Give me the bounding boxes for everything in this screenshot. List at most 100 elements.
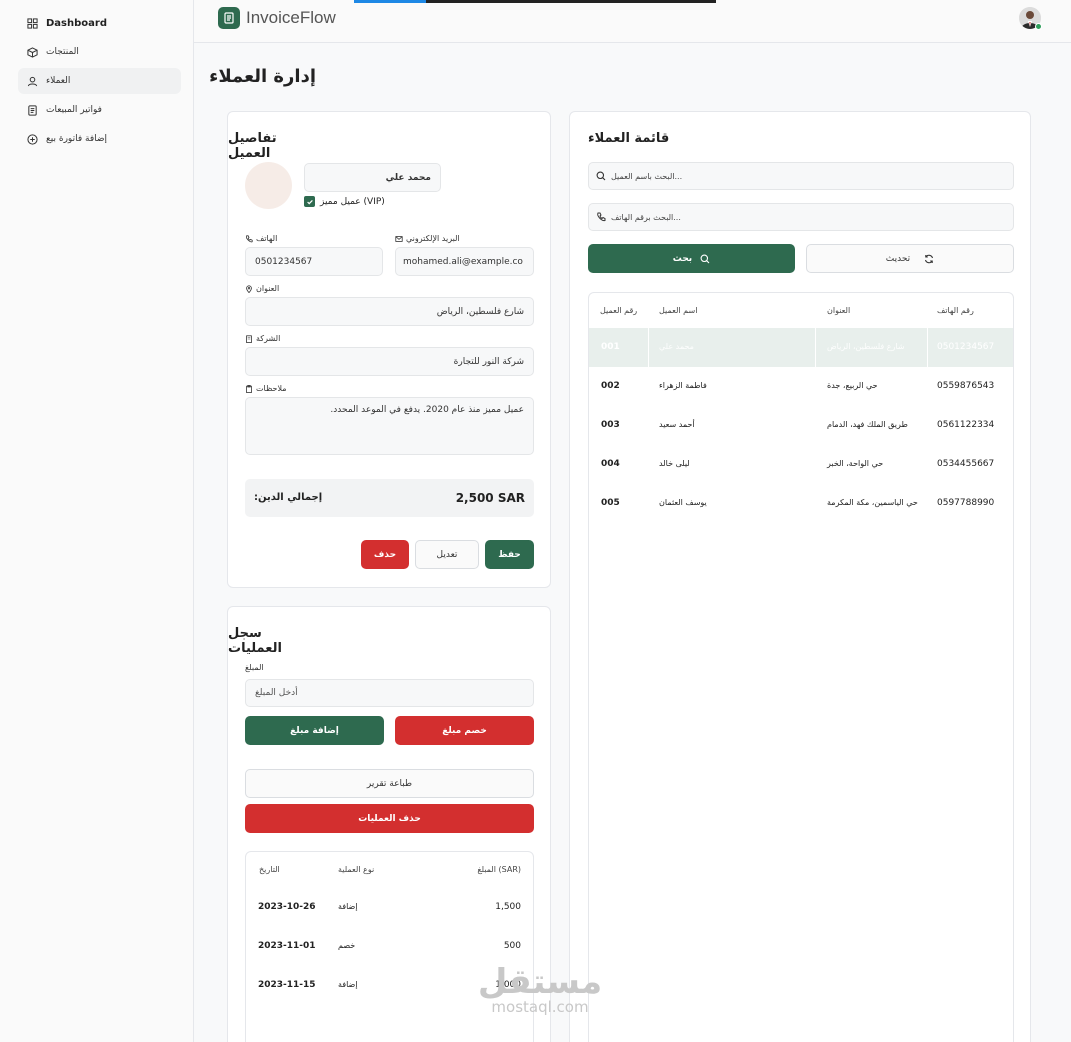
cell-customer-id: 003 <box>601 420 620 430</box>
table-row[interactable]: 004 ليلى خالد حي الواحة، الخبر 053445566… <box>589 445 1013 484</box>
refresh-icon <box>925 254 934 263</box>
vip-label: عميل مميز (VIP) <box>320 196 385 207</box>
cell-type: إضافة <box>338 902 358 911</box>
customer-photo[interactable] <box>245 162 292 209</box>
table-row[interactable]: 001 محمد علي شارع فلسطين، الرياض 0501234… <box>589 328 1013 367</box>
edit-button[interactable]: تعديل <box>415 540 479 569</box>
company-field[interactable]: شركة النور للتجارة <box>245 347 534 376</box>
search-name-placeholder: البحث باسم العميل... <box>611 171 683 181</box>
sidebar-item-sales-invoices[interactable]: فواتير المبيعات <box>18 97 181 123</box>
deduct-amount-button[interactable]: خصم مبلغ <box>395 716 534 745</box>
cell-customer-id: 002 <box>601 381 620 391</box>
col-header-customer-id: رقم العميل <box>600 306 638 315</box>
brand-logo-icon <box>218 7 240 29</box>
vip-checkbox-row[interactable]: عميل مميز (VIP) <box>304 196 385 207</box>
check-icon <box>306 199 313 204</box>
watermark: مستقل mostaql.com <box>470 965 610 1015</box>
search-phone-input[interactable]: البحث برقم الهاتف... <box>588 203 1014 231</box>
cell-address: حي الربيع، جدة <box>827 381 878 390</box>
address-field[interactable]: شارع فلسطين، الرياض <box>245 297 534 326</box>
cell-type: إضافة <box>338 980 358 989</box>
clipboard-icon <box>246 384 252 393</box>
table-row[interactable]: 002 فاطمة الزهراء حي الربيع، جدة 0559876… <box>589 367 1013 406</box>
table-row[interactable]: 2023-10-26 إضافة 1,500 <box>246 888 533 927</box>
total-debt-box: 2,500 SAR إجمالي الدين: <box>245 479 534 517</box>
brand-name: InvoiceFlow <box>246 8 336 27</box>
plus-circle-icon <box>27 133 38 145</box>
col-header-address: العنوان <box>827 306 851 315</box>
cell-phone: 0534455667 <box>937 459 995 469</box>
operations-log-title: سجل العمليات <box>228 626 282 656</box>
customer-details-title: تفاصيل العميل <box>228 131 277 161</box>
sidebar-item-dashboard[interactable]: Dashboard <box>18 10 181 36</box>
sidebar-item-customers[interactable]: العملاء <box>18 68 181 94</box>
page-load-progress <box>354 0 716 3</box>
company-value: شركة النور للتجارة <box>453 356 524 367</box>
box-icon <box>27 46 38 58</box>
search-name-input[interactable]: البحث باسم العميل... <box>588 162 1014 190</box>
brand[interactable]: InvoiceFlow <box>218 7 336 29</box>
vip-checkbox[interactable] <box>304 196 315 207</box>
col-header-type: نوع العملية <box>338 865 375 874</box>
sidebar-item-label: المنتجات <box>46 47 79 57</box>
sidebar-item-add-sale-invoice[interactable]: إضافة فاتورة بيع <box>18 126 181 152</box>
notes-label: ملاحظات <box>245 384 287 393</box>
mail-icon <box>395 235 403 242</box>
top-bar: InvoiceFlow <box>194 0 1071 43</box>
notes-textarea[interactable]: عميل مميز منذ عام 2020. يدفع في الموعد ا… <box>245 397 534 455</box>
delete-operations-button[interactable]: حذف العمليات <box>245 804 534 833</box>
email-field[interactable]: mohamed.ali@example.co <box>395 247 534 276</box>
sidebar-item-label: Dashboard <box>46 17 107 29</box>
page-title: إدارة العملاء <box>209 66 316 87</box>
email-value: mohamed.ali@example.co <box>403 256 523 267</box>
address-label: العنوان <box>245 284 279 293</box>
page-load-progress-fill <box>354 0 427 3</box>
cell-phone: 0559876543 <box>937 381 995 391</box>
cell-customer-name: فاطمة الزهراء <box>659 381 707 390</box>
table-row[interactable]: 005 يوسف العثمان حي الياسمين، مكة المكرم… <box>589 484 1013 523</box>
add-amount-button[interactable]: إضافة مبلغ <box>245 716 384 745</box>
amount-placeholder: أدخل المبلغ <box>255 688 298 698</box>
cell-date: 2023-11-15 <box>258 980 316 990</box>
table-row[interactable]: 2023-11-01 خصم 500 <box>246 927 533 966</box>
cell-customer-id: 005 <box>601 498 620 508</box>
cell-address: حي الياسمين، مكة المكرمة <box>827 498 918 507</box>
cell-customer-name: ليلى خالد <box>659 459 690 468</box>
refresh-button[interactable]: تحديث <box>806 244 1014 273</box>
amount-label: المبلغ <box>245 663 264 672</box>
delete-button[interactable]: حذف <box>361 540 409 569</box>
cell-amount: 500 <box>503 941 521 951</box>
building-icon <box>246 334 252 343</box>
print-report-button[interactable]: طباعة تقرير <box>245 769 534 798</box>
search-phone-placeholder: البحث برقم الهاتف... <box>611 212 681 222</box>
user-avatar[interactable] <box>1019 7 1042 30</box>
grid-icon <box>27 17 38 29</box>
cell-customer-name: يوسف العثمان <box>659 498 707 507</box>
phone-icon <box>597 212 606 222</box>
sidebar-item-label: العملاء <box>46 76 71 86</box>
col-header-customer-name: اسم العميل <box>659 306 698 315</box>
user-icon <box>27 76 38 86</box>
customer-list-title: قائمة العملاء <box>588 131 670 146</box>
cell-address: حي الواحة، الخبر <box>827 459 884 468</box>
phone-field[interactable]: 0501234567 <box>245 247 383 276</box>
customer-details-card: تفاصيل العميل محمد علي عميل مميز (VIP) ا… <box>227 111 551 588</box>
cell-phone: 0597788990 <box>937 498 995 508</box>
col-header-amount: المبلغ (SAR) <box>477 865 521 874</box>
cell-phone: 0561122334 <box>937 420 995 430</box>
search-icon <box>596 171 606 181</box>
search-button[interactable]: بحث <box>588 244 795 273</box>
location-pin-icon <box>246 284 252 293</box>
address-value: شارع فلسطين، الرياض <box>436 306 524 317</box>
col-header-date: التاريخ <box>259 865 280 874</box>
save-button[interactable]: حفظ <box>485 540 534 569</box>
table-row[interactable]: 003 أحمد سعيد طريق الملك فهد، الدمام 056… <box>589 406 1013 445</box>
cell-phone: 0501234567 <box>937 342 995 352</box>
cell-customer-name: أحمد سعيد <box>659 420 695 429</box>
customer-name-field[interactable]: محمد علي <box>304 163 441 192</box>
cell-customer-id: 001 <box>601 342 620 352</box>
amount-input[interactable]: أدخل المبلغ <box>245 679 534 707</box>
cell-amount: 1,500 <box>495 902 521 912</box>
sidebar-item-products[interactable]: المنتجات <box>18 39 181 65</box>
total-debt-value: 2,500 SAR <box>455 491 525 505</box>
